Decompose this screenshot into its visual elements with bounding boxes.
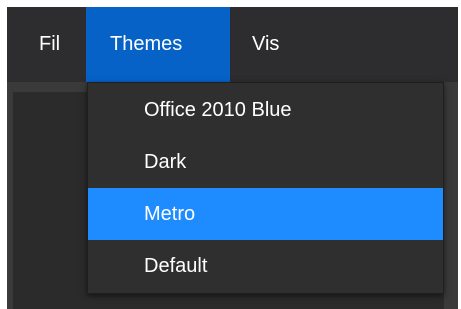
menu-view[interactable]: Vis xyxy=(230,7,301,82)
menu-themes[interactable]: Themes xyxy=(86,7,230,82)
theme-option-office-2010-blue[interactable]: Office 2010 Blue xyxy=(88,84,443,136)
theme-option-dark[interactable]: Dark xyxy=(88,136,443,188)
theme-option-metro[interactable]: Metro xyxy=(88,188,443,240)
themes-dropdown: Office 2010 Blue Dark Metro Default xyxy=(87,82,444,294)
theme-option-default[interactable]: Default xyxy=(88,240,443,292)
menu-bar: Fil Themes Vis xyxy=(7,7,458,82)
menu-file[interactable]: Fil xyxy=(18,7,81,82)
